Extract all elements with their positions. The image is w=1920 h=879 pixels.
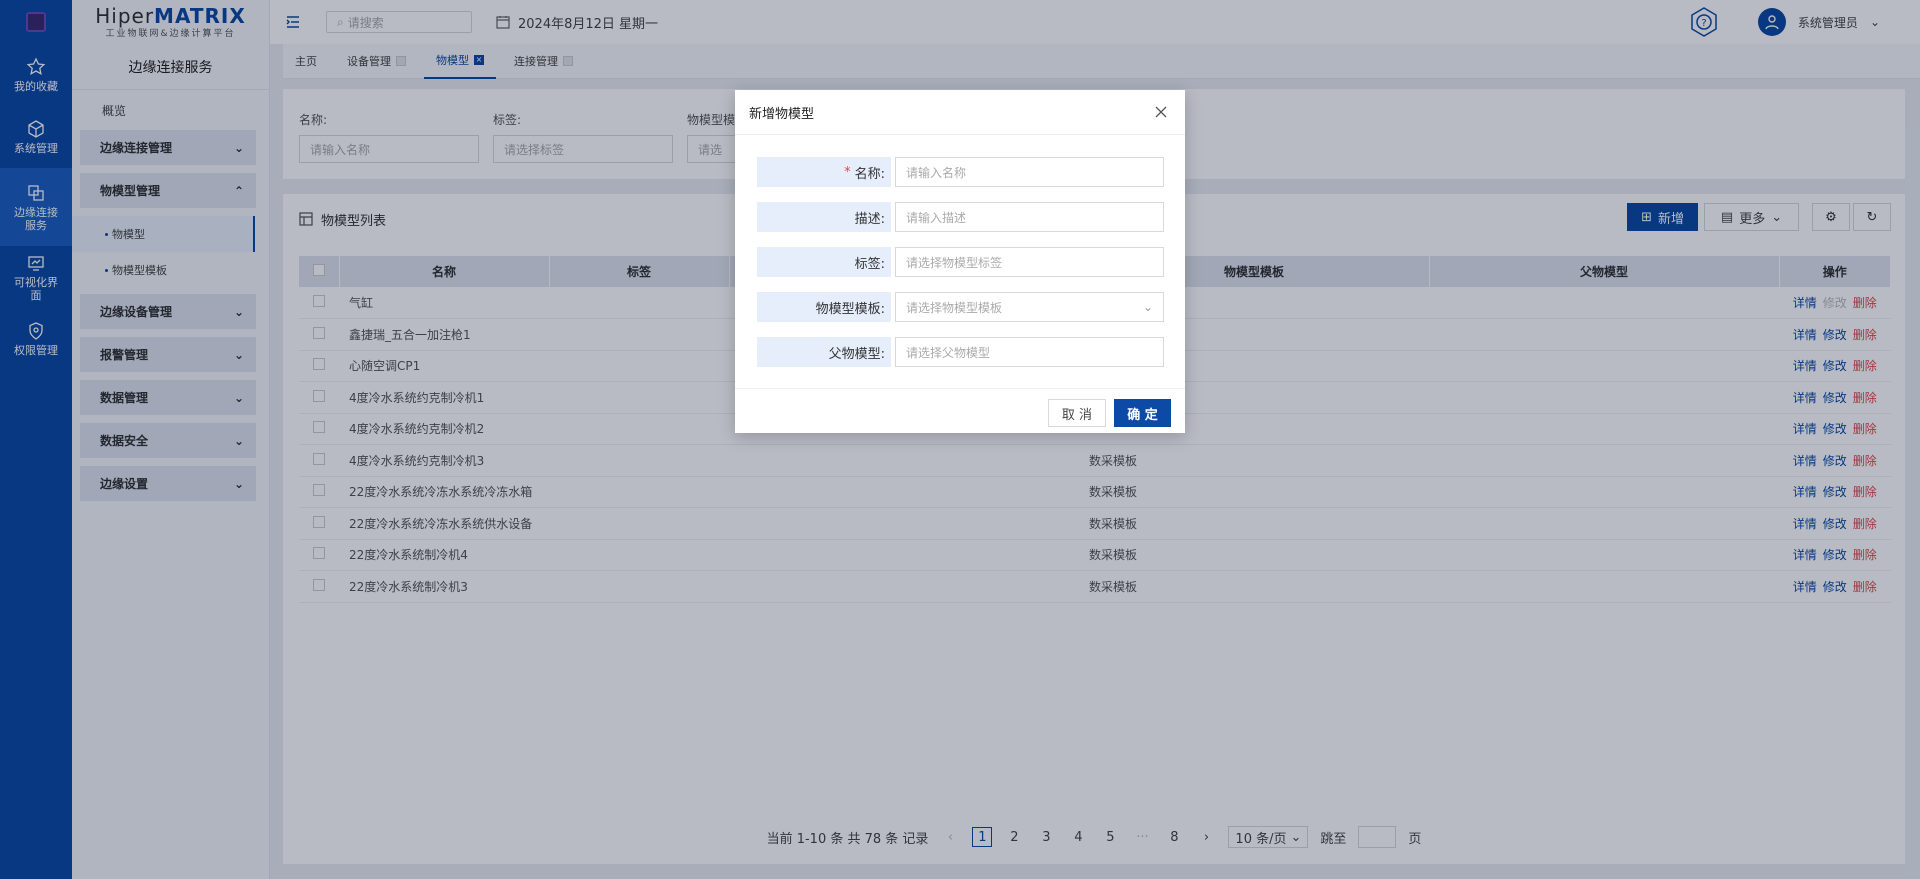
dialog-footer: 取 消 确 定 (735, 388, 1185, 433)
field-parent: 父物模型: 请选择父物模型 (757, 337, 1164, 367)
required-marker: * (844, 164, 851, 180)
name-input[interactable]: 请输入名称 (895, 157, 1164, 187)
cancel-button[interactable]: 取 消 (1048, 399, 1106, 427)
field-tag: 标签: 请选择物模型标签 (757, 247, 1164, 277)
close-icon[interactable] (1155, 106, 1167, 118)
field-template: 物模型模板: 请选择物模型模板 ⌄ (757, 292, 1164, 322)
tag-select[interactable]: 请选择物模型标签 (895, 247, 1164, 277)
dialog-title: 新增物模型 (735, 90, 1185, 135)
parent-model-select[interactable]: 请选择父物模型 (895, 337, 1164, 367)
description-input[interactable]: 请输入描述 (895, 202, 1164, 232)
field-description: 描述: 请输入描述 (757, 202, 1164, 232)
field-name: * 名称: 请输入名称 (757, 157, 1164, 187)
add-model-dialog: 新增物模型 * 名称: 请输入名称 描述: 请输入描述 标签: 请选择物模型标签 … (735, 90, 1185, 433)
chevron-down-icon: ⌄ (1142, 300, 1153, 314)
template-select[interactable]: 请选择物模型模板 ⌄ (895, 292, 1164, 322)
confirm-button[interactable]: 确 定 (1114, 399, 1171, 427)
